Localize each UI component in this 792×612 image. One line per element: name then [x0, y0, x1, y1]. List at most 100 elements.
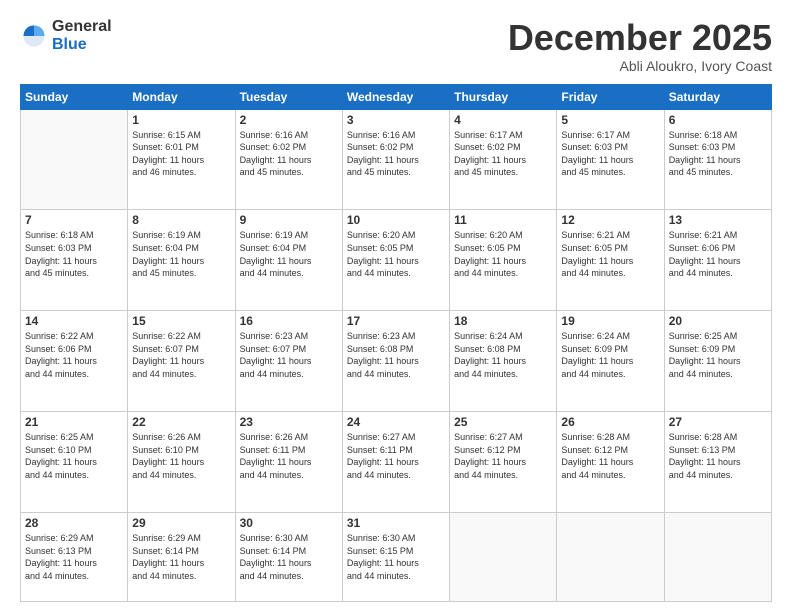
cell-info: Sunrise: 6:21 AMSunset: 6:06 PMDaylight:…: [669, 229, 767, 279]
day-number: 19: [561, 314, 659, 328]
table-row: 21Sunrise: 6:25 AMSunset: 6:10 PMDayligh…: [21, 412, 128, 513]
cell-info: Sunrise: 6:23 AMSunset: 6:08 PMDaylight:…: [347, 330, 445, 380]
cell-info: Sunrise: 6:27 AMSunset: 6:11 PMDaylight:…: [347, 431, 445, 481]
cell-info: Sunrise: 6:26 AMSunset: 6:11 PMDaylight:…: [240, 431, 338, 481]
table-row: 14 Sunrise: 6:22 AMSunset: 6:06 PMDayligh…: [21, 311, 128, 412]
table-row: 13Sunrise: 6:21 AMSunset: 6:06 PMDayligh…: [664, 210, 771, 311]
cell-info: Sunrise: 6:25 AMSunset: 6:10 PMDaylight:…: [25, 431, 123, 481]
table-row: 26Sunrise: 6:28 AMSunset: 6:12 PMDayligh…: [557, 412, 664, 513]
day-number: 8: [132, 213, 230, 227]
table-row: 25 Sunrise: 6:27 AMSunset: 6:12 PMDayligh…: [450, 412, 557, 513]
calendar-table: Sunday Monday Tuesday Wednesday Thursday…: [20, 84, 772, 602]
day-number: 9: [240, 213, 338, 227]
day-number: 18: [454, 314, 552, 328]
table-row: 9 Sunrise: 6:19 AMSunset: 6:04 PMDaylight…: [235, 210, 342, 311]
day-number: 25: [454, 415, 552, 429]
calendar-week-row: 14 Sunrise: 6:22 AMSunset: 6:06 PMDayligh…: [21, 311, 772, 412]
cell-info: Sunrise: 6:27 AMSunset: 6:12 PMDaylight:…: [454, 431, 552, 481]
table-row: 22Sunrise: 6:26 AMSunset: 6:10 PMDayligh…: [128, 412, 235, 513]
title-area: December 2025 Abli Aloukro, Ivory Coast: [508, 18, 772, 74]
page: General Blue December 2025 Abli Aloukro,…: [0, 0, 792, 612]
cell-info: Sunrise: 6:20 AMSunset: 6:05 PMDaylight:…: [347, 229, 445, 279]
cell-info: Sunrise: 6:25 AMSunset: 6:09 PMDaylight:…: [669, 330, 767, 380]
col-friday: Friday: [557, 84, 664, 109]
cell-info: Sunrise: 6:17 AMSunset: 6:02 PMDaylight:…: [454, 129, 552, 179]
cell-info: Sunrise: 6:24 AMSunset: 6:09 PMDaylight:…: [561, 330, 659, 380]
cell-info: Sunrise: 6:19 AMSunset: 6:04 PMDaylight:…: [132, 229, 230, 279]
cell-info: Sunrise: 6:22 AMSunset: 6:07 PMDaylight:…: [132, 330, 230, 380]
cell-info: Sunrise: 6:17 AMSunset: 6:03 PMDaylight:…: [561, 129, 659, 179]
table-row: 16 Sunrise: 6:23 AMSunset: 6:07 PMDayligh…: [235, 311, 342, 412]
cell-info: Sunrise: 6:23 AMSunset: 6:07 PMDaylight:…: [240, 330, 338, 380]
calendar-header-row: Sunday Monday Tuesday Wednesday Thursday…: [21, 84, 772, 109]
day-number: 5: [561, 113, 659, 127]
table-row: 15 Sunrise: 6:22 AMSunset: 6:07 PMDayligh…: [128, 311, 235, 412]
col-tuesday: Tuesday: [235, 84, 342, 109]
cell-info: Sunrise: 6:29 AMSunset: 6:13 PMDaylight:…: [25, 532, 123, 582]
col-wednesday: Wednesday: [342, 84, 449, 109]
calendar-week-row: 7 Sunrise: 6:18 AMSunset: 6:03 PMDaylight…: [21, 210, 772, 311]
table-row: [557, 512, 664, 601]
day-number: 16: [240, 314, 338, 328]
day-number: 26: [561, 415, 659, 429]
table-row: [664, 512, 771, 601]
cell-info: Sunrise: 6:16 AMSunset: 6:02 PMDaylight:…: [347, 129, 445, 179]
cell-info: Sunrise: 6:20 AMSunset: 6:05 PMDaylight:…: [454, 229, 552, 279]
cell-info: Sunrise: 6:24 AMSunset: 6:08 PMDaylight:…: [454, 330, 552, 380]
table-row: 27 Sunrise: 6:28 AMSunset: 6:13 PMDayligh…: [664, 412, 771, 513]
logo-icon: [20, 22, 48, 50]
cell-info: Sunrise: 6:18 AMSunset: 6:03 PMDaylight:…: [25, 229, 123, 279]
table-row: 1Sunrise: 6:15 AMSunset: 6:01 PMDaylight…: [128, 109, 235, 210]
month-title: December 2025: [508, 18, 772, 58]
table-row: [450, 512, 557, 601]
calendar-week-row: 28 Sunrise: 6:29 AMSunset: 6:13 PMDayligh…: [21, 512, 772, 601]
day-number: 1: [132, 113, 230, 127]
table-row: 6Sunrise: 6:18 AMSunset: 6:03 PMDaylight…: [664, 109, 771, 210]
location-subtitle: Abli Aloukro, Ivory Coast: [508, 58, 772, 74]
table-row: 18 Sunrise: 6:24 AMSunset: 6:08 PMDayligh…: [450, 311, 557, 412]
day-number: 3: [347, 113, 445, 127]
day-number: 24: [347, 415, 445, 429]
day-number: 31: [347, 516, 445, 530]
col-sunday: Sunday: [21, 84, 128, 109]
logo-blue-text: Blue: [52, 36, 112, 54]
table-row: 12Sunrise: 6:21 AMSunset: 6:05 PMDayligh…: [557, 210, 664, 311]
cell-info: Sunrise: 6:22 AMSunset: 6:06 PMDaylight:…: [25, 330, 123, 380]
day-number: 11: [454, 213, 552, 227]
table-row: 7 Sunrise: 6:18 AMSunset: 6:03 PMDaylight…: [21, 210, 128, 311]
day-number: 20: [669, 314, 767, 328]
cell-info: Sunrise: 6:19 AMSunset: 6:04 PMDaylight:…: [240, 229, 338, 279]
table-row: [21, 109, 128, 210]
day-number: 15: [132, 314, 230, 328]
cell-info: Sunrise: 6:16 AMSunset: 6:02 PMDaylight:…: [240, 129, 338, 179]
logo-text: General Blue: [52, 18, 112, 53]
table-row: 19 Sunrise: 6:24 AMSunset: 6:09 PMDayligh…: [557, 311, 664, 412]
day-number: 17: [347, 314, 445, 328]
cell-info: Sunrise: 6:28 AMSunset: 6:13 PMDaylight:…: [669, 431, 767, 481]
day-number: 27: [669, 415, 767, 429]
day-number: 7: [25, 213, 123, 227]
day-number: 2: [240, 113, 338, 127]
table-row: 23 Sunrise: 6:26 AMSunset: 6:11 PMDayligh…: [235, 412, 342, 513]
day-number: 10: [347, 213, 445, 227]
table-row: 17 Sunrise: 6:23 AMSunset: 6:08 PMDayligh…: [342, 311, 449, 412]
day-number: 29: [132, 516, 230, 530]
day-number: 14: [25, 314, 123, 328]
table-row: 5 Sunrise: 6:17 AMSunset: 6:03 PMDaylight…: [557, 109, 664, 210]
logo-general-text: General: [52, 18, 112, 36]
table-row: 20 Sunrise: 6:25 AMSunset: 6:09 PMDayligh…: [664, 311, 771, 412]
day-number: 23: [240, 415, 338, 429]
table-row: 30Sunrise: 6:30 AMSunset: 6:14 PMDayligh…: [235, 512, 342, 601]
day-number: 22: [132, 415, 230, 429]
cell-info: Sunrise: 6:29 AMSunset: 6:14 PMDaylight:…: [132, 532, 230, 582]
day-number: 28: [25, 516, 123, 530]
day-number: 4: [454, 113, 552, 127]
table-row: 3 Sunrise: 6:16 AMSunset: 6:02 PMDaylight…: [342, 109, 449, 210]
table-row: 31Sunrise: 6:30 AMSunset: 6:15 PMDayligh…: [342, 512, 449, 601]
calendar-week-row: 21Sunrise: 6:25 AMSunset: 6:10 PMDayligh…: [21, 412, 772, 513]
col-thursday: Thursday: [450, 84, 557, 109]
table-row: 10 Sunrise: 6:20 AMSunset: 6:05 PMDayligh…: [342, 210, 449, 311]
col-monday: Monday: [128, 84, 235, 109]
table-row: 28 Sunrise: 6:29 AMSunset: 6:13 PMDayligh…: [21, 512, 128, 601]
cell-info: Sunrise: 6:21 AMSunset: 6:05 PMDaylight:…: [561, 229, 659, 279]
